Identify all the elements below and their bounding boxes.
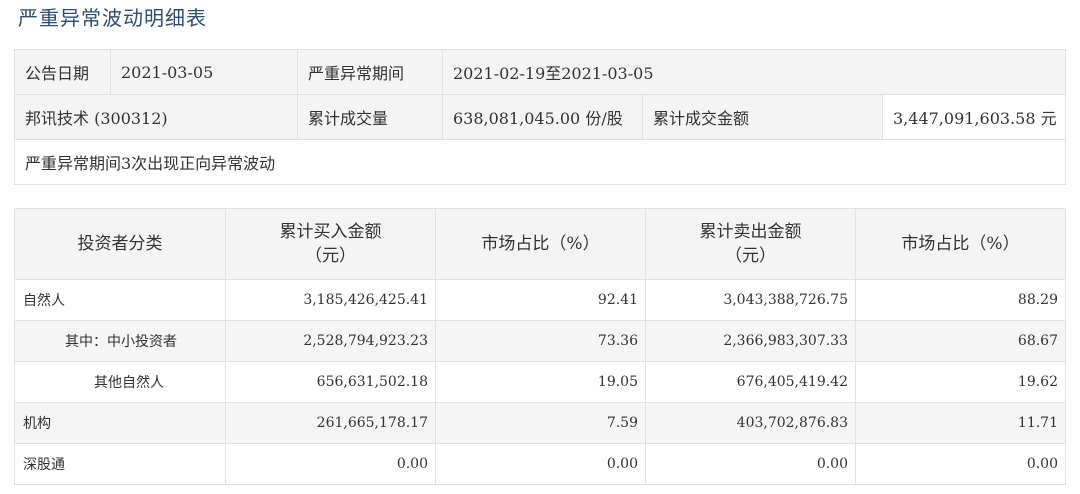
- detail-header-row: 投资者分类 累计买入金额 （元） 市场占比（%） 累计卖出金额 （元） 市场占比…: [14, 208, 1066, 280]
- sell-share-cell: 88.29: [855, 279, 1066, 321]
- investor-category: 机构: [14, 402, 226, 444]
- header-buy-amount-label: 累计买入金额: [279, 222, 382, 242]
- abnormal-note: 严重异常期间3次出现正向异常波动: [13, 139, 1067, 185]
- cumulative-volume-label: 累计成交量: [297, 94, 443, 140]
- sell-share-cell: 11.71: [855, 402, 1066, 444]
- header-buy-amount-unit: （元）: [305, 246, 356, 266]
- buy-amount-cell: 261,665,178.17: [225, 402, 436, 444]
- header-sell-amount-label: 累计卖出金额: [699, 222, 802, 242]
- cumulative-amount-label: 累计成交金额: [642, 94, 883, 140]
- buy-amount-cell: 3,185,426,425.41: [225, 279, 436, 321]
- table-row: 深股通 0.00 0.00 0.00 0.00: [14, 443, 1066, 485]
- buy-share-cell: 19.05: [435, 361, 646, 403]
- header-investor-type: 投资者分类: [14, 208, 226, 280]
- summary-row-dates: 公告日期 2021-03-05 严重异常期间 2021-02-19至2021-0…: [14, 49, 1067, 95]
- sell-share-cell: 68.67: [855, 320, 1066, 362]
- header-sell-share: 市场占比（%）: [855, 208, 1066, 280]
- buy-share-cell: 92.41: [435, 279, 646, 321]
- cumulative-amount-value: 3,447,091,603.58 元: [881, 94, 1067, 140]
- summary-row-totals: 邦讯技术 (300312) 累计成交量 638,081,045.00 份/股 累…: [14, 94, 1067, 140]
- page-title: 严重异常波动明细表: [18, 6, 207, 30]
- investor-category: 自然人: [14, 279, 226, 321]
- stock-name: 邦讯技术 (300312): [14, 94, 298, 140]
- abnormal-period-label: 严重异常期间: [297, 49, 443, 95]
- investor-category: 其中：中小投资者: [14, 320, 226, 362]
- buy-share-cell: 7.59: [435, 402, 646, 444]
- buy-share-cell: 73.36: [435, 320, 646, 362]
- summary-row-note: 严重异常期间3次出现正向异常波动: [13, 139, 1067, 185]
- buy-amount-cell: 656,631,502.18: [225, 361, 436, 403]
- table-row: 其中：中小投资者 2,528,794,923.23 73.36 2,366,98…: [14, 320, 1066, 362]
- investor-detail-table: 投资者分类 累计买入金额 （元） 市场占比（%） 累计卖出金额 （元） 市场占比…: [14, 208, 1066, 485]
- buy-share-cell: 0.00: [435, 443, 646, 485]
- header-sell-amount: 累计卖出金额 （元）: [645, 208, 856, 280]
- header-sell-amount-unit: （元）: [725, 246, 776, 266]
- buy-amount-cell: 2,528,794,923.23: [225, 320, 436, 362]
- announce-date-label: 公告日期: [14, 49, 111, 95]
- sell-amount-cell: 403,702,876.83: [645, 402, 856, 444]
- abnormal-period-value: 2021-02-19至2021-03-05: [441, 49, 1067, 95]
- header-buy-amount: 累计买入金额 （元）: [225, 208, 436, 280]
- header-buy-share: 市场占比（%）: [435, 208, 646, 280]
- summary-table: 公告日期 2021-03-05 严重异常期间 2021-02-19至2021-0…: [13, 49, 1067, 185]
- sell-share-cell: 0.00: [855, 443, 1066, 485]
- table-row: 机构 261,665,178.17 7.59 403,702,876.83 11…: [14, 402, 1066, 444]
- sell-amount-cell: 3,043,388,726.75: [645, 279, 856, 321]
- investor-category: 其他自然人: [14, 361, 226, 403]
- buy-amount-cell: 0.00: [225, 443, 436, 485]
- cumulative-volume-value: 638,081,045.00 份/股: [442, 94, 643, 140]
- investor-category: 深股通: [14, 443, 226, 485]
- announce-date-value: 2021-03-05: [110, 49, 298, 95]
- sell-amount-cell: 0.00: [645, 443, 856, 485]
- sell-amount-cell: 2,366,983,307.33: [645, 320, 856, 362]
- table-row: 自然人 3,185,426,425.41 92.41 3,043,388,726…: [14, 279, 1066, 321]
- table-row: 其他自然人 656,631,502.18 19.05 676,405,419.4…: [14, 361, 1066, 403]
- sell-amount-cell: 676,405,419.42: [645, 361, 856, 403]
- sell-share-cell: 19.62: [855, 361, 1066, 403]
